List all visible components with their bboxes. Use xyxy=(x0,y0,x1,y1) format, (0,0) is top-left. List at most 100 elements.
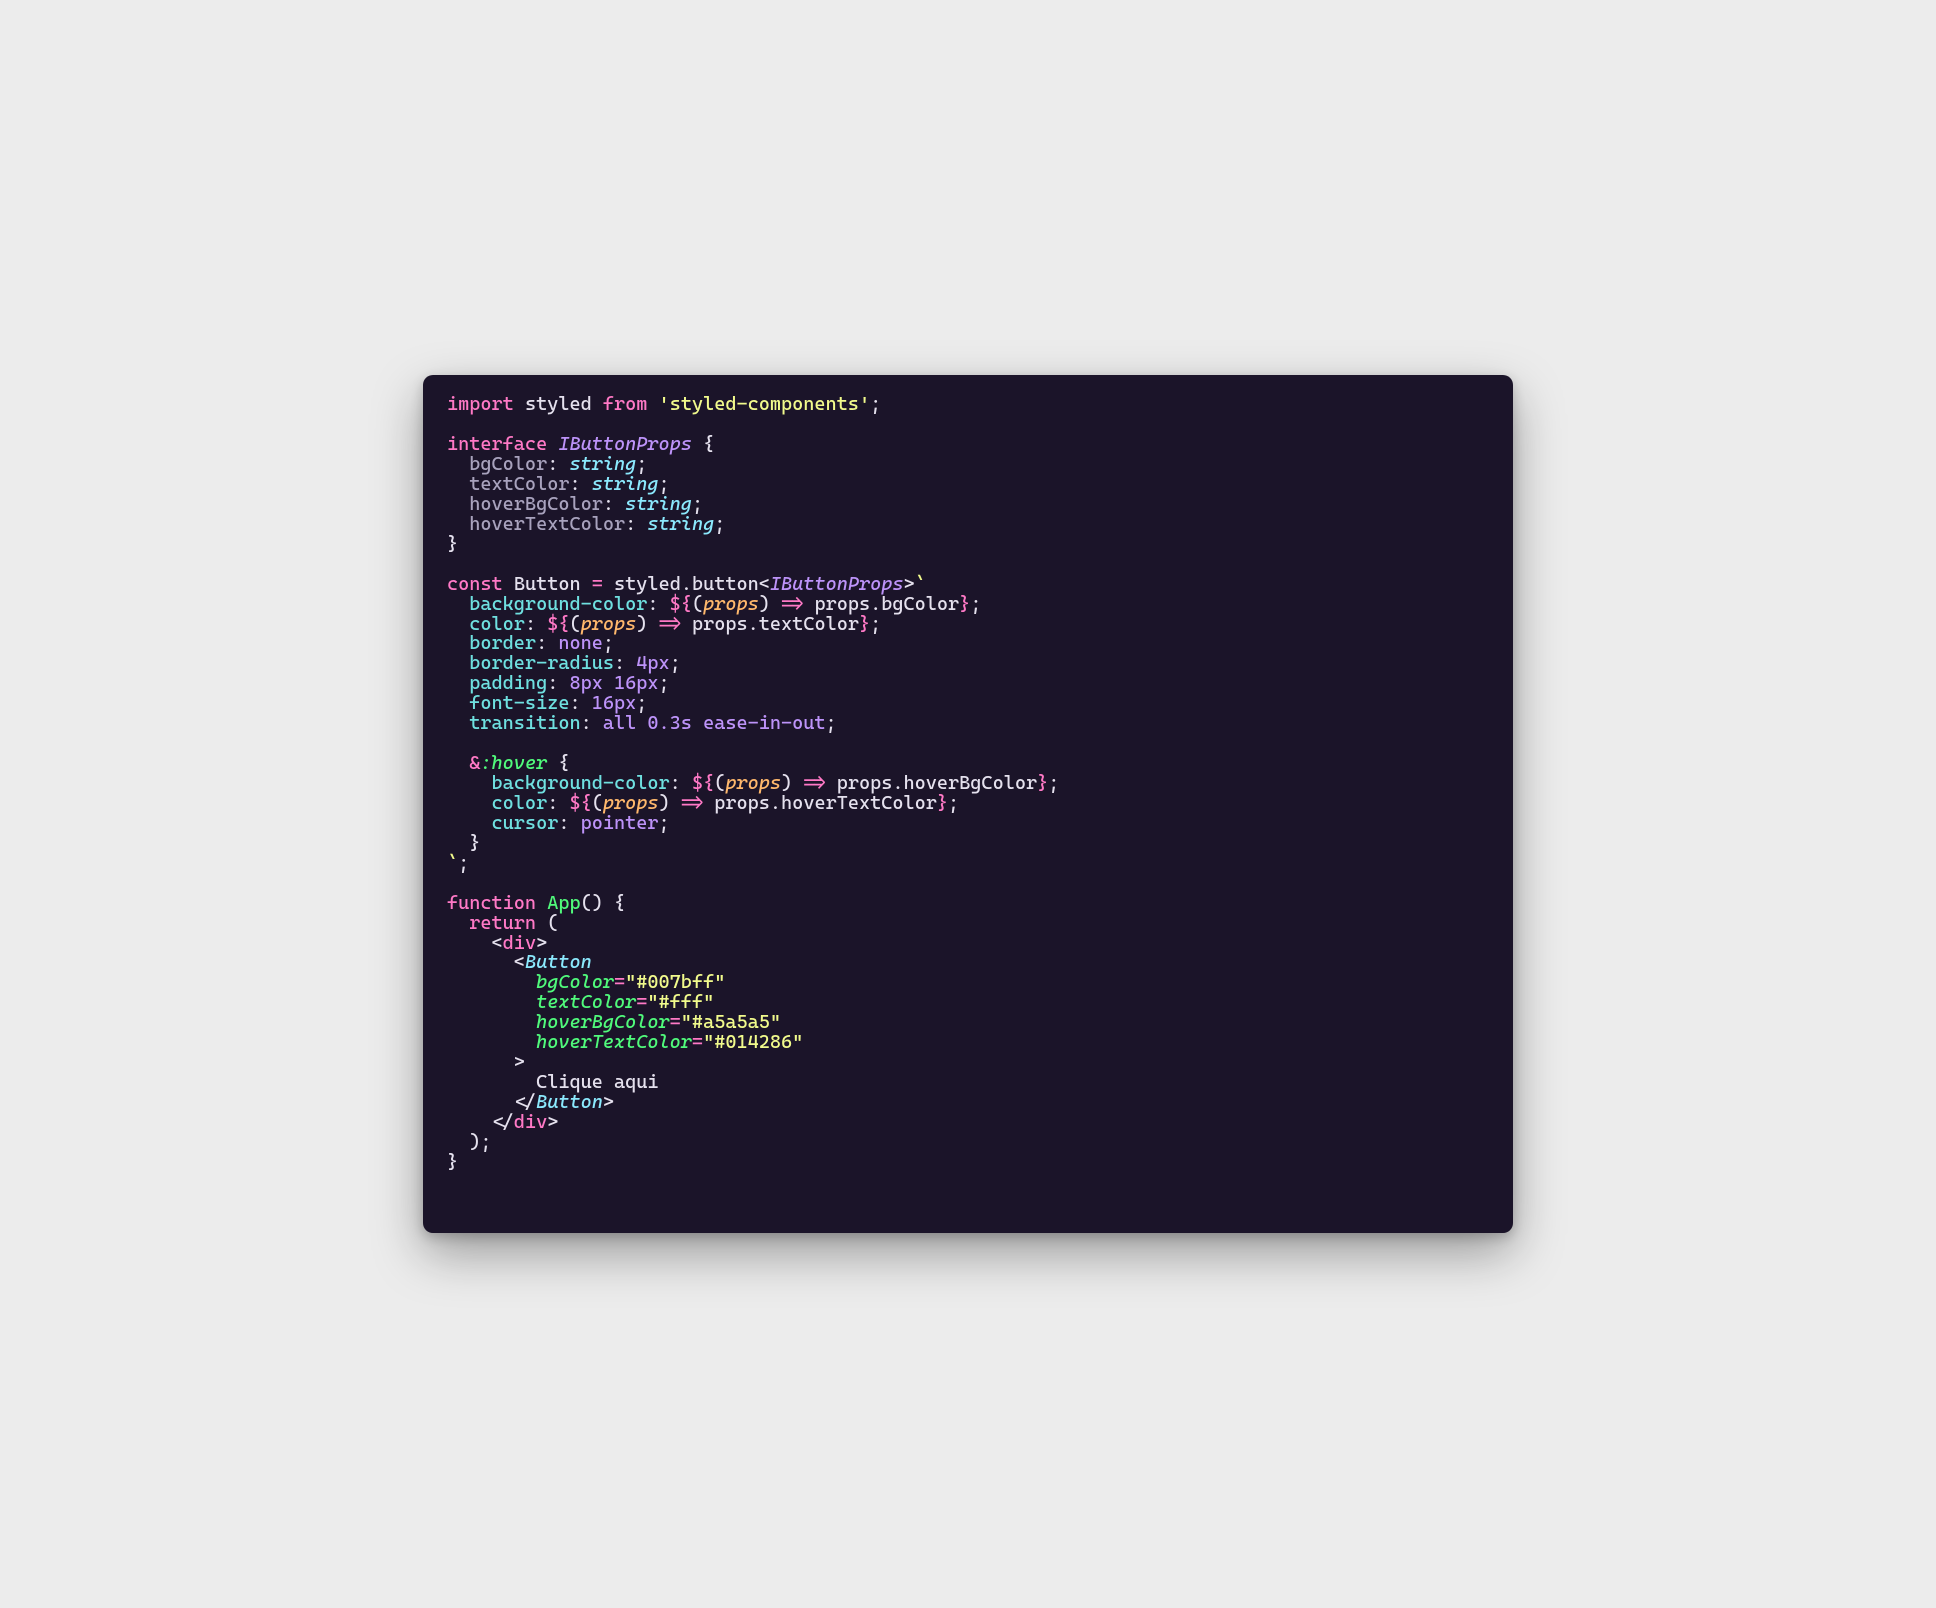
punct: > xyxy=(547,1111,558,1133)
type: string xyxy=(647,513,714,535)
punct: = xyxy=(692,1031,703,1053)
arrow: => xyxy=(681,792,703,814)
css-prop: border xyxy=(469,632,536,654)
punct: ; xyxy=(659,473,670,495)
type: string xyxy=(592,473,659,495)
type: string xyxy=(625,493,692,515)
identifier: styled.button xyxy=(614,573,759,595)
template-tick: ` xyxy=(915,573,926,595)
punct: : xyxy=(558,812,569,834)
css-val: pointer xyxy=(581,812,659,834)
punct: : xyxy=(536,632,547,654)
punct: } xyxy=(469,832,480,854)
code-block: import styled from 'styled-components'; … xyxy=(447,395,1489,1173)
keyword-const: const xyxy=(447,573,503,595)
punct: ; xyxy=(870,393,881,415)
punct: ) xyxy=(781,772,792,794)
punct: </ xyxy=(514,1091,536,1113)
punct: ; xyxy=(970,593,981,615)
keyword-return: return xyxy=(469,912,536,934)
punct: : xyxy=(603,493,614,515)
expr: props.hoverBgColor xyxy=(837,772,1037,794)
delim: ${ xyxy=(670,593,692,615)
punct: = xyxy=(636,991,647,1013)
css-val: 16px xyxy=(592,692,637,714)
jsx-attr: bgColor xyxy=(536,971,614,993)
param: props xyxy=(581,613,637,635)
punct: ; xyxy=(636,453,647,475)
css-val: none xyxy=(558,632,603,654)
punct: </ xyxy=(492,1111,514,1133)
fn-name: App xyxy=(547,892,580,914)
keyword-import: import xyxy=(447,393,514,415)
jsx-attr: hoverBgColor xyxy=(536,1011,670,1033)
param: props xyxy=(725,772,781,794)
punct: < xyxy=(492,932,503,954)
punct: } xyxy=(447,1151,458,1173)
css-val: all 0.3s ease-in-out xyxy=(603,712,826,734)
punct: : xyxy=(525,613,536,635)
punct: : xyxy=(547,792,558,814)
delim: ${ xyxy=(692,772,714,794)
punct: : xyxy=(670,772,681,794)
param: props xyxy=(603,792,659,814)
string-literal: 'styled-components' xyxy=(659,393,871,415)
punct: > xyxy=(514,1051,525,1073)
punct: = xyxy=(592,573,603,595)
amp: & xyxy=(469,752,480,774)
prop-name: hoverTextColor xyxy=(469,513,625,535)
param: props xyxy=(703,593,759,615)
punct: : xyxy=(569,473,580,495)
prop-name: hoverBgColor xyxy=(469,493,603,515)
css-prop: transition xyxy=(469,712,580,734)
css-prop: background-color xyxy=(469,593,647,615)
arrow: => xyxy=(659,613,681,635)
attr-value: "#a5a5a5" xyxy=(681,1011,781,1033)
arrow: => xyxy=(781,593,803,615)
punct: : xyxy=(614,652,625,674)
delim: ${ xyxy=(547,613,569,635)
punct: ) xyxy=(469,1131,480,1153)
identifier: Button xyxy=(514,573,581,595)
punct: ; xyxy=(692,493,703,515)
punct: : xyxy=(547,672,558,694)
punct: ; xyxy=(670,652,681,674)
punct: ; xyxy=(948,792,959,814)
pseudo: :hover xyxy=(480,752,547,774)
jsx-attr: hoverTextColor xyxy=(536,1031,692,1053)
punct: { xyxy=(558,752,569,774)
jsx-tag: div xyxy=(503,932,536,954)
identifier: styled xyxy=(525,393,592,415)
punct: () xyxy=(581,892,603,914)
type: string xyxy=(569,453,636,475)
attr-value: "#014286" xyxy=(703,1031,803,1053)
punct: > xyxy=(603,1091,614,1113)
delim: } xyxy=(937,792,948,814)
attr-value: "#fff" xyxy=(647,991,714,1013)
delim: } xyxy=(859,613,870,635)
delim: } xyxy=(1037,772,1048,794)
punct: ( xyxy=(692,593,703,615)
css-prop: border-radius xyxy=(469,652,614,674)
jsx-attr: textColor xyxy=(536,991,636,1013)
punct: < xyxy=(759,573,770,595)
punct: > xyxy=(536,932,547,954)
jsx-tag: div xyxy=(514,1111,547,1133)
code-snippet-card: import styled from 'styled-components'; … xyxy=(423,375,1513,1233)
punct: ) xyxy=(636,613,647,635)
template-tick: ` xyxy=(447,852,458,874)
punct: : xyxy=(625,513,636,535)
prop-name: textColor xyxy=(469,473,569,495)
punct: ; xyxy=(603,632,614,654)
punct: ( xyxy=(714,772,725,794)
type-name: IButtonProps xyxy=(558,433,692,455)
punct: ; xyxy=(1048,772,1059,794)
punct: ; xyxy=(870,613,881,635)
punct: : xyxy=(647,593,658,615)
expr: props.hoverTextColor xyxy=(714,792,937,814)
punct: : xyxy=(581,712,592,734)
css-val: 4px xyxy=(636,652,669,674)
css-prop: padding xyxy=(469,672,547,694)
punct: ( xyxy=(592,792,603,814)
punct: ; xyxy=(659,672,670,694)
